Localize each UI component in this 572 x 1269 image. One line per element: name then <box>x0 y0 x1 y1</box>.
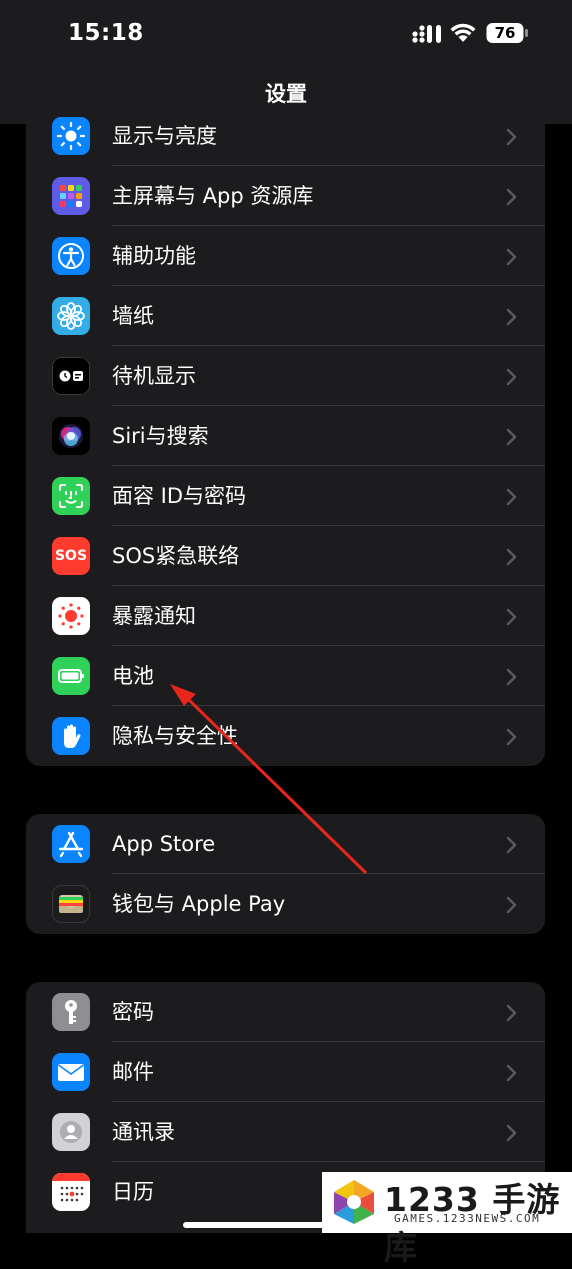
settings-row-label: Siri与搜索 <box>112 424 209 448</box>
settings-row-face-id[interactable]: 面容 ID与密码 <box>26 466 545 526</box>
chevron-right-icon <box>506 428 517 446</box>
settings-row-label: 墙纸 <box>112 304 154 328</box>
settings-row-label: 密码 <box>112 1000 154 1024</box>
settings-row-label: 辅助功能 <box>112 244 196 268</box>
chevron-right-icon <box>506 728 517 746</box>
settings-row-display-brightness[interactable]: 显示与亮度 <box>26 106 545 166</box>
status-time: 15:18 <box>68 20 144 46</box>
brand-logo-icon <box>334 1180 374 1224</box>
flower-icon <box>52 297 90 335</box>
settings-row-label: 日历 <box>112 1180 154 1204</box>
chevron-right-icon <box>506 1004 517 1022</box>
face-id-icon <box>52 477 90 515</box>
chevron-right-icon <box>506 668 517 686</box>
settings-row-siri[interactable]: Siri与搜索 <box>26 406 545 466</box>
key-icon <box>52 993 90 1031</box>
accessibility-icon <box>52 237 90 275</box>
battery-status-icon: 76 <box>486 22 528 44</box>
settings-row-label: 通讯录 <box>112 1120 175 1144</box>
settings-row-emergency-sos[interactable]: SOS SOS紧急联络 <box>26 526 545 586</box>
settings-row-label: 面容 ID与密码 <box>112 484 247 508</box>
settings-group-store: App Store 钱包与 Apple Pay <box>26 814 545 934</box>
hand-icon <box>52 717 90 755</box>
mail-icon <box>52 1053 90 1091</box>
settings-group-display: 显示与亮度 主屏幕与 App 资源库 辅助功能 墙纸 待机显示 Siri与搜索 … <box>26 106 545 766</box>
chevron-right-icon <box>506 368 517 386</box>
battery-icon <box>52 657 90 695</box>
battery-level-text: 76 <box>494 24 516 42</box>
settings-row-label: 待机显示 <box>112 364 196 388</box>
wifi-icon <box>450 23 476 42</box>
settings-row-home-screen[interactable]: 主屏幕与 App 资源库 <box>26 166 545 226</box>
sun-icon <box>52 117 90 155</box>
settings-row-battery[interactable]: 电池 <box>26 646 545 706</box>
settings-row-label: 主屏幕与 App 资源库 <box>112 184 314 208</box>
home-screen-grid-icon <box>52 177 90 215</box>
sos-icon-text: SOS <box>54 548 88 564</box>
chevron-right-icon <box>506 488 517 506</box>
chevron-right-icon <box>506 248 517 266</box>
chevron-right-icon <box>506 1064 517 1082</box>
settings-row-label: 隐私与安全性 <box>112 724 238 748</box>
chevron-right-icon <box>506 1124 517 1142</box>
settings-row-label: 电池 <box>112 664 154 688</box>
settings-row-app-store[interactable]: App Store <box>26 814 545 874</box>
settings-row-privacy-security[interactable]: 隐私与安全性 <box>26 706 545 766</box>
settings-row-label: 暴露通知 <box>112 604 196 628</box>
sos-icon: SOS <box>52 537 90 575</box>
cellular-signal-icon <box>412 25 441 43</box>
chevron-right-icon <box>506 608 517 626</box>
wallet-icon <box>52 885 90 923</box>
exposure-notification-icon <box>52 597 90 635</box>
standby-icon <box>52 357 90 395</box>
chevron-right-icon <box>506 188 517 206</box>
settings-row-standby[interactable]: 待机显示 <box>26 346 545 406</box>
contacts-icon <box>52 1113 90 1151</box>
watermark: 1233 手游库 GAMES.1233NEWS.COM <box>322 1172 572 1267</box>
app-store-icon <box>52 825 90 863</box>
settings-row-wallet[interactable]: 钱包与 Apple Pay <box>26 874 545 934</box>
chevron-right-icon <box>506 308 517 326</box>
chevron-right-icon <box>506 128 517 146</box>
chevron-right-icon <box>506 896 517 914</box>
settings-row-contacts[interactable]: 通讯录 <box>26 1102 545 1162</box>
settings-row-wallpaper[interactable]: 墙纸 <box>26 286 545 346</box>
settings-row-accessibility[interactable]: 辅助功能 <box>26 226 545 286</box>
status-bar: 15:18 76 <box>0 0 572 70</box>
watermark-url: GAMES.1233NEWS.COM <box>394 1212 541 1225</box>
settings-row-label: SOS紧急联络 <box>112 544 240 568</box>
settings-row-passwords[interactable]: 密码 <box>26 982 545 1042</box>
calendar-icon <box>52 1173 90 1211</box>
settings-row-label: 钱包与 Apple Pay <box>112 892 286 916</box>
chevron-right-icon <box>506 548 517 566</box>
settings-row-label: 显示与亮度 <box>112 124 217 148</box>
siri-icon <box>52 417 90 455</box>
settings-row-label: App Store <box>112 832 216 856</box>
settings-row-mail[interactable]: 邮件 <box>26 1042 545 1102</box>
page-title: 设置 <box>265 82 307 106</box>
chevron-right-icon <box>506 836 517 854</box>
settings-row-label: 邮件 <box>112 1060 154 1084</box>
settings-row-exposure-notifications[interactable]: 暴露通知 <box>26 586 545 646</box>
